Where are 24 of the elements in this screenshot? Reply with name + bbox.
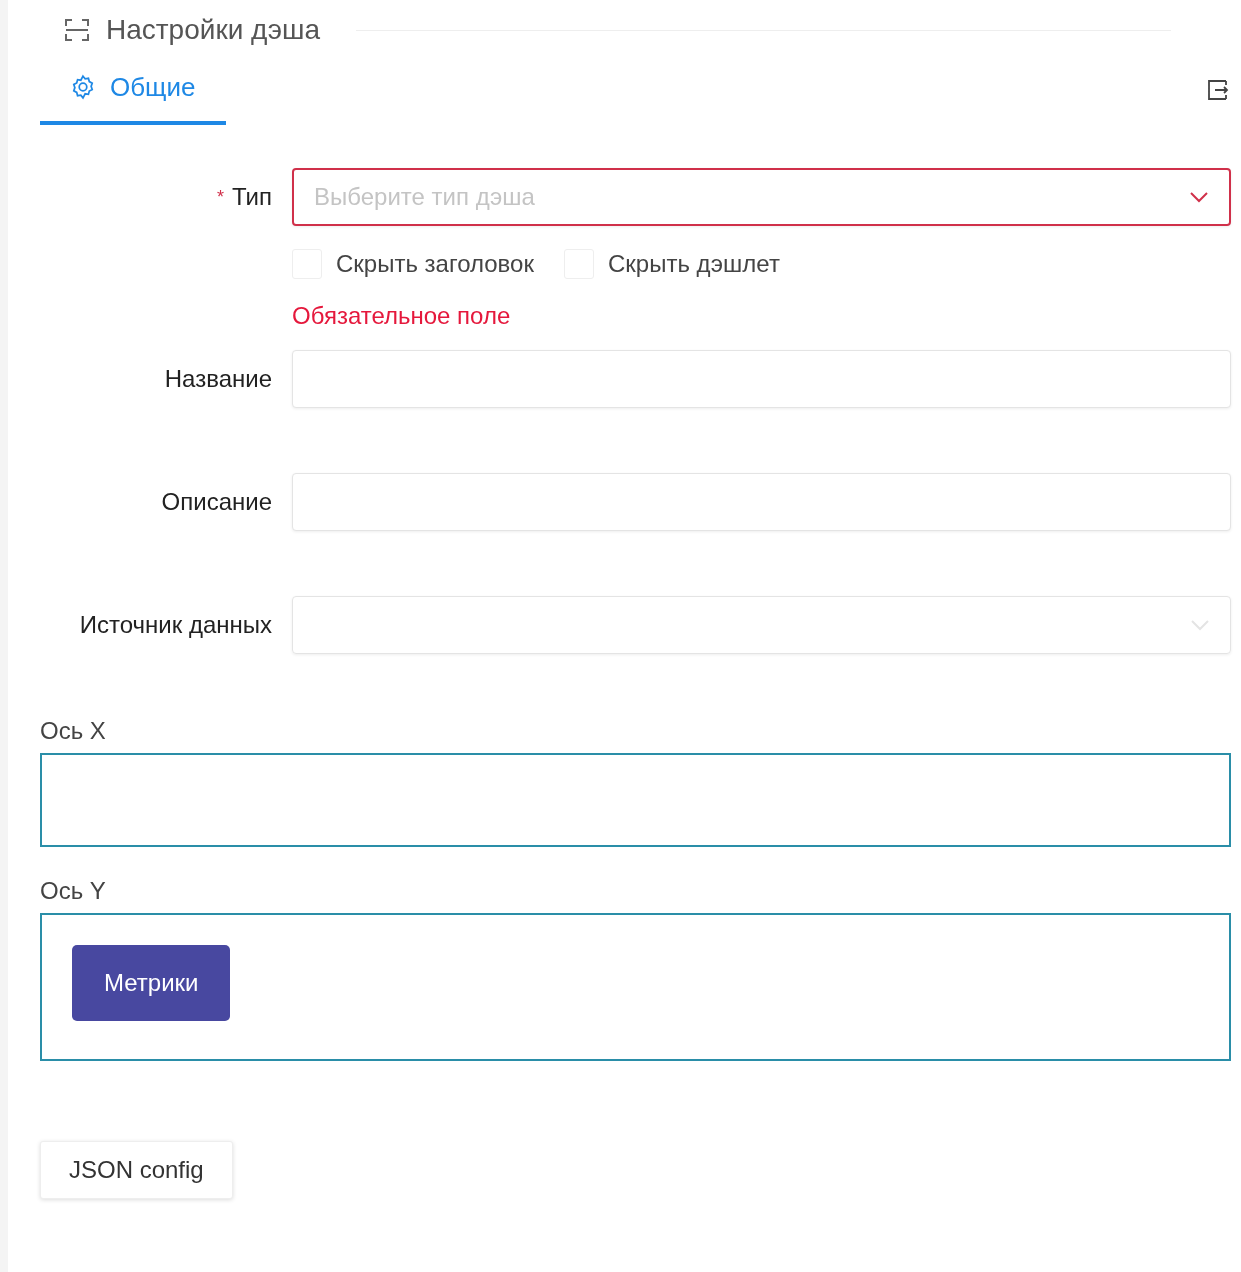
select-field[interactable] <box>292 596 1231 654</box>
drop-zone[interactable]: Метрики <box>40 913 1231 1061</box>
section-label: Ось X <box>40 717 107 745</box>
field-label: Источник данных <box>79 611 272 639</box>
exit-icon[interactable] <box>1205 77 1231 103</box>
field-label: Описание <box>161 488 272 516</box>
error-message: Обязательное поле <box>292 302 511 330</box>
settings-icon <box>70 74 96 100</box>
field-label: Название <box>164 365 272 393</box>
section-label: Ось Y <box>40 877 107 905</box>
checkbox-label: Скрыть дэшлет <box>607 250 780 278</box>
chevron-down-icon <box>1190 619 1210 631</box>
json-config-button[interactable]: JSON config <box>40 1141 233 1199</box>
checkbox-label: Скрыть заголовок <box>336 250 534 278</box>
chevron-down-icon <box>1189 191 1209 203</box>
input-field[interactable] <box>292 473 1231 531</box>
scan-frame-icon <box>64 18 90 42</box>
input-field[interactable] <box>292 350 1231 408</box>
metrics-button[interactable]: Метрики <box>72 945 231 1021</box>
field-label: Тип <box>232 183 272 211</box>
tab[interactable]: Общие <box>40 55 226 125</box>
required-asterisk: * <box>216 186 224 208</box>
panel-title: Настройки дэша <box>106 14 321 46</box>
drop-zone[interactable] <box>40 753 1231 847</box>
